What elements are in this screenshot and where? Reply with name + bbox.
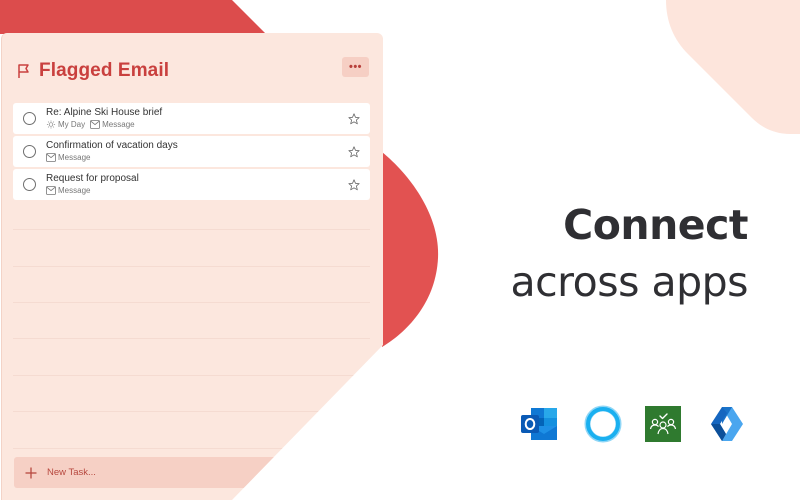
plus-icon bbox=[25, 467, 37, 479]
task-item[interactable]: Confirmation of vacation days Message bbox=[13, 136, 370, 167]
more-options-button[interactable]: ••• bbox=[342, 57, 369, 77]
app-icons-row bbox=[519, 404, 779, 444]
headline-line-2: across apps bbox=[510, 258, 749, 306]
task-title: Confirmation of vacation days bbox=[46, 140, 178, 151]
meta-message: Message bbox=[46, 153, 90, 162]
meta-label: Message bbox=[58, 186, 91, 195]
task-meta: Message bbox=[46, 186, 95, 195]
red-top-band bbox=[0, 0, 266, 34]
meta-my-day: My Day bbox=[46, 120, 85, 129]
meta-label: Message bbox=[102, 120, 135, 129]
task-item[interactable]: Re: Alpine Ski House brief My Day Messag… bbox=[13, 103, 370, 134]
meta-label: My Day bbox=[58, 120, 86, 129]
meta-message: Message bbox=[46, 186, 90, 195]
headline: Connect across apps bbox=[511, 196, 749, 310]
launcher-icon bbox=[705, 404, 745, 444]
task-title: Re: Alpine Ski House brief bbox=[46, 107, 163, 118]
outlook-icon bbox=[519, 404, 559, 444]
row-divider bbox=[13, 229, 370, 230]
task-title: Request for proposal bbox=[46, 173, 139, 184]
task-item[interactable]: Request for proposal Message bbox=[13, 169, 370, 200]
complete-checkbox[interactable] bbox=[23, 112, 36, 125]
meta-label: Message bbox=[58, 153, 91, 162]
task-list: Re: Alpine Ski House brief My Day Messag… bbox=[13, 103, 370, 202]
red-half-disc bbox=[382, 152, 439, 347]
row-divider bbox=[13, 338, 370, 339]
mail-icon bbox=[46, 153, 56, 162]
cortana-icon bbox=[583, 404, 623, 444]
flag-icon bbox=[16, 62, 32, 80]
complete-checkbox[interactable] bbox=[23, 145, 36, 158]
peach-blob bbox=[666, 0, 800, 134]
panel-header: Flagged Email ••• bbox=[16, 57, 369, 83]
task-meta: Message bbox=[46, 153, 95, 162]
new-task-placeholder: New Task... bbox=[47, 467, 96, 478]
meta-message: Message bbox=[90, 120, 135, 129]
star-icon[interactable] bbox=[348, 112, 360, 125]
row-divider bbox=[13, 302, 370, 303]
row-divider bbox=[13, 411, 370, 412]
star-icon[interactable] bbox=[348, 145, 360, 158]
task-meta: My Day Message bbox=[46, 120, 140, 129]
list-title: Flagged Email bbox=[39, 60, 170, 81]
planner-icon bbox=[643, 404, 683, 444]
complete-checkbox[interactable] bbox=[23, 178, 36, 191]
sun-icon bbox=[46, 120, 56, 129]
mail-icon bbox=[90, 120, 101, 129]
row-divider bbox=[13, 266, 370, 267]
mail-icon bbox=[46, 186, 56, 195]
headline-line-1: Connect bbox=[563, 201, 748, 249]
row-divider bbox=[13, 375, 370, 376]
star-icon[interactable] bbox=[348, 178, 360, 191]
